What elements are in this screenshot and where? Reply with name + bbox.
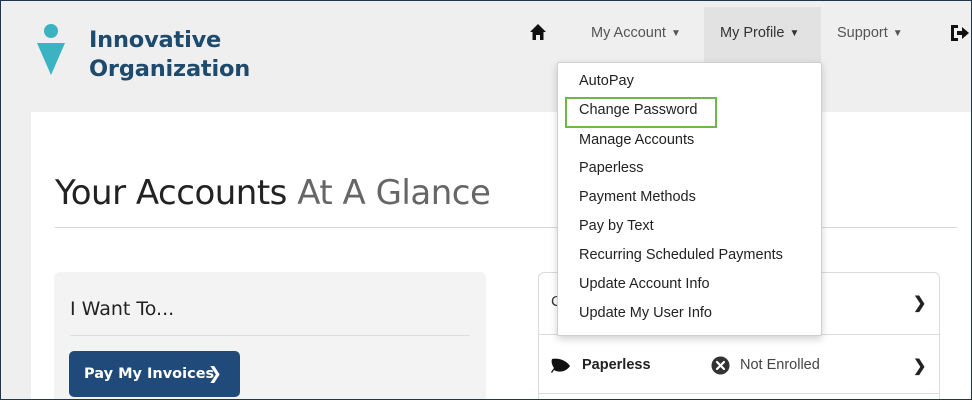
paperless-label[interactable]: Paperless bbox=[582, 357, 651, 373]
dropdown-item-pay-by-text[interactable]: Pay by Text bbox=[579, 218, 654, 234]
dropdown-item-payment-methods[interactable]: Payment Methods bbox=[579, 189, 696, 205]
caret-down-icon: ▼ bbox=[789, 28, 800, 39]
nav-support[interactable]: Support ▼ bbox=[837, 25, 903, 41]
nav-support-label: Support bbox=[837, 25, 888, 41]
nav-my-account[interactable]: My Account ▼ bbox=[591, 25, 681, 41]
home-icon[interactable] bbox=[529, 23, 547, 41]
brand-line-1: Innovative bbox=[89, 27, 222, 53]
nav-my-profile-label: My Profile bbox=[720, 25, 785, 41]
caret-down-icon: ▼ bbox=[670, 28, 681, 39]
brand-line-2: Organization bbox=[89, 56, 251, 82]
status-row-divider bbox=[538, 393, 939, 394]
pay-my-invoices-button[interactable]: Pay My Invoices ❯ bbox=[69, 351, 240, 397]
chevron-right-icon[interactable]: ❯ bbox=[913, 356, 926, 376]
dropdown-item-update-my-user-info[interactable]: Update My User Info bbox=[579, 305, 712, 321]
nav-my-account-label: My Account bbox=[591, 25, 666, 41]
paperless-status: Not Enrolled bbox=[740, 357, 820, 373]
dropdown-item-autopay[interactable]: AutoPay bbox=[579, 73, 634, 89]
page-title-main: Your Accounts bbox=[55, 173, 287, 213]
pay-my-invoices-label: Pay My Invoices bbox=[84, 366, 215, 382]
browser-frame: Innovative Organization My Account ▼ My P… bbox=[0, 0, 972, 400]
dropdown-item-paperless[interactable]: Paperless bbox=[579, 160, 643, 176]
caret-down-icon: ▼ bbox=[892, 28, 903, 39]
x-circle-icon bbox=[711, 356, 730, 375]
dropdown-item-recurring-scheduled-payments[interactable]: Recurring Scheduled Payments bbox=[579, 247, 783, 263]
brand-logo-icon bbox=[37, 24, 65, 75]
nav-my-profile[interactable]: My Profile ▼ bbox=[720, 25, 799, 41]
dropdown-item-update-account-info[interactable]: Update Account Info bbox=[579, 276, 710, 292]
logout-icon[interactable] bbox=[949, 23, 971, 43]
leaf-icon bbox=[551, 358, 570, 373]
page-title-accent: At A Glance bbox=[297, 173, 491, 213]
chevron-right-icon[interactable]: ❯ bbox=[913, 293, 926, 313]
brand-name[interactable]: Innovative Organization bbox=[89, 26, 250, 84]
i-want-to-title: I Want To... bbox=[70, 298, 175, 320]
dropdown-item-manage-accounts[interactable]: Manage Accounts bbox=[579, 132, 694, 148]
change-password-highlight bbox=[565, 97, 717, 128]
chevron-right-icon: ❯ bbox=[207, 364, 222, 384]
i-want-to-divider bbox=[70, 335, 470, 336]
page-title: Your Accounts At A Glance bbox=[55, 173, 491, 213]
